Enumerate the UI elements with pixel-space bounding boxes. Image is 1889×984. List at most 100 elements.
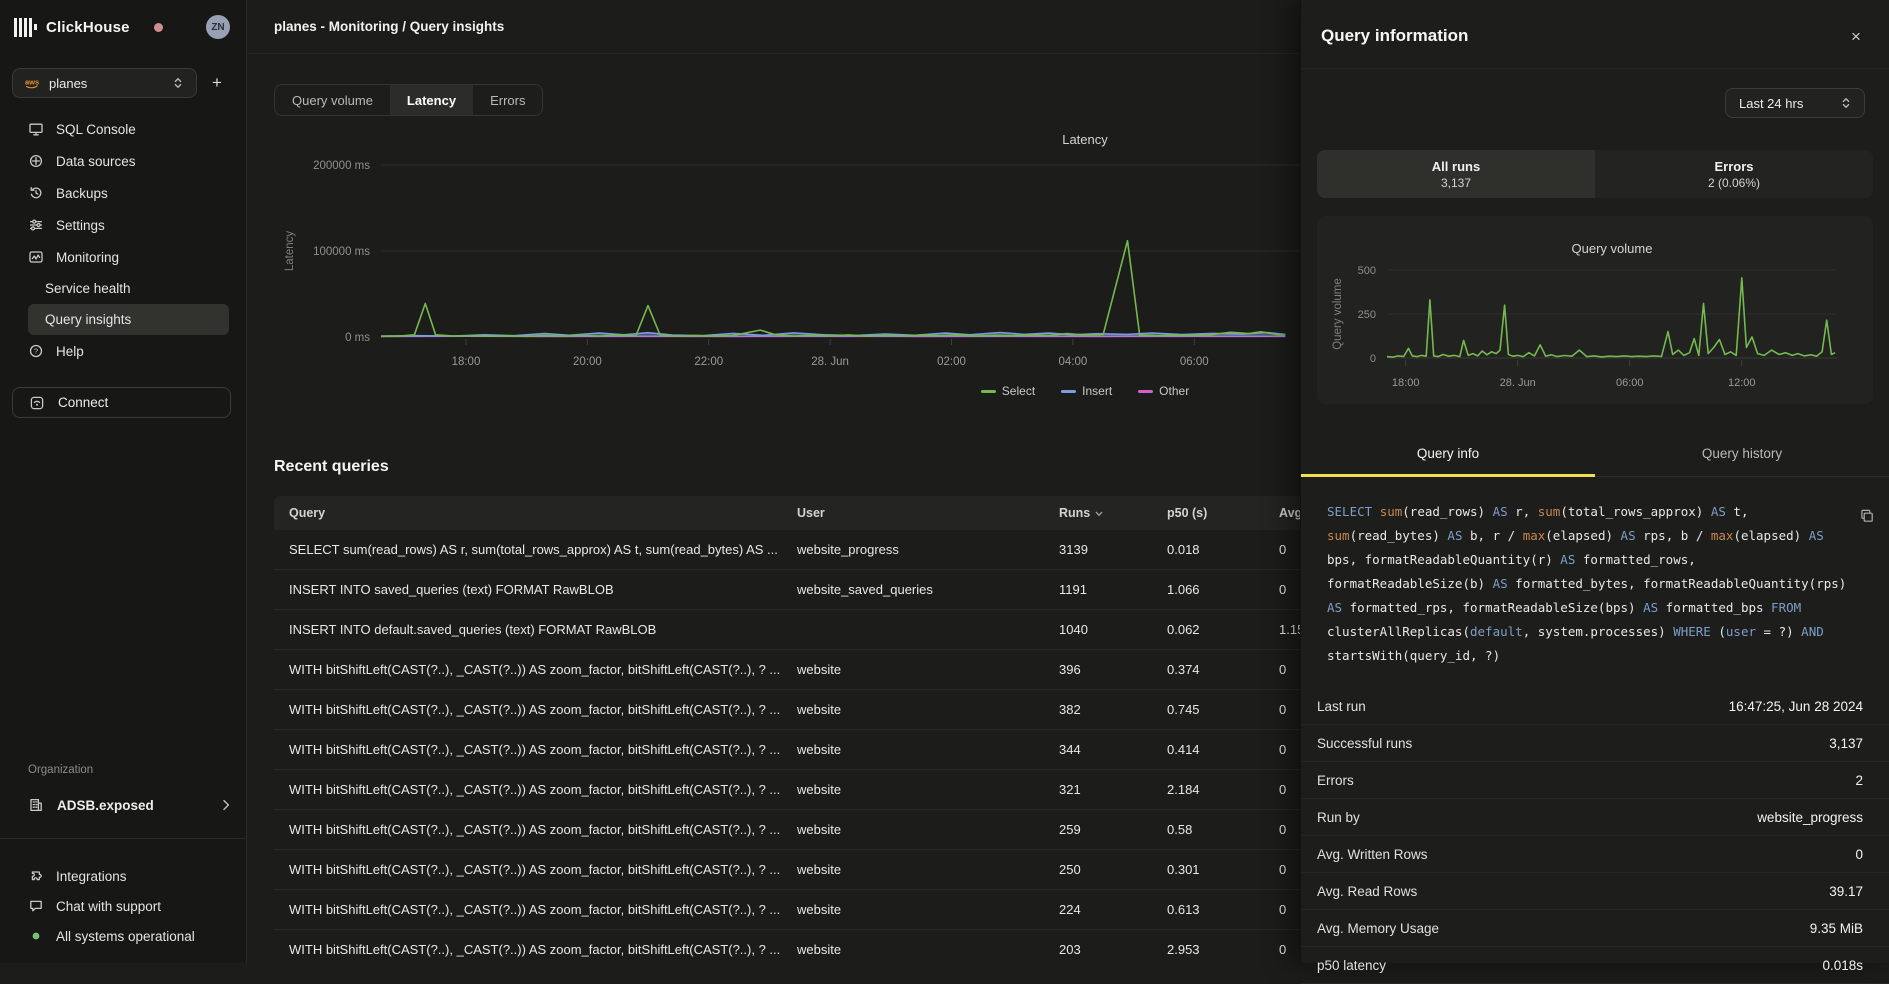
column-header-user[interactable]: User [782,506,1044,520]
tab-latency[interactable]: Latency [390,85,473,115]
svg-text:18:00: 18:00 [452,356,481,368]
help-icon: ? [28,343,44,359]
sidebar-item-all-systems-operational[interactable]: All systems operational [0,921,246,951]
tab-query-volume[interactable]: Query volume [275,85,390,115]
sidebar-item-query-insights[interactable]: Query insights [28,304,229,335]
sidebar-item-monitoring[interactable]: Monitoring [0,241,246,273]
p50-cell: 0.414 [1152,742,1264,757]
avatar[interactable]: ZN [206,15,230,39]
add-service-button[interactable]: + [202,68,232,98]
time-range-select[interactable]: Last 24 hrs [1725,88,1865,118]
chevron-updown-icon [170,75,186,91]
svg-text:200000 ms: 200000 ms [313,160,370,172]
chat-icon [28,898,44,914]
sidebar-item-settings[interactable]: Settings [0,209,246,241]
segtab-errors[interactable]: Errors 2 (0.06%) [1595,150,1873,198]
close-icon[interactable]: × [1845,26,1867,48]
organization-switcher[interactable]: ADSB.exposed [12,790,234,820]
user-cell: website [782,942,1044,957]
copy-icon[interactable] [1859,508,1875,524]
column-header-runs[interactable]: Runs [1044,506,1152,520]
user-cell: website [782,822,1044,837]
p50-cell: 0.062 [1152,622,1264,637]
runs-cell: 1040 [1044,622,1152,637]
user-cell: website [782,662,1044,677]
runs-cell: 1191 [1044,582,1152,597]
p50-cell: 2.953 [1152,942,1264,957]
runs-cell: 224 [1044,902,1152,917]
tab-query-history[interactable]: Query history [1595,432,1889,477]
stat-value: 2 [1855,773,1863,788]
tab-query-info[interactable]: Query info [1301,432,1595,477]
legend-item-select[interactable]: Select [981,384,1035,398]
sidebar-divider [0,838,246,839]
connect-icon [29,395,45,411]
svg-text:12:00: 12:00 [1728,377,1756,389]
service-picker[interactable]: aws planes [12,68,197,98]
sidebar-item-backups[interactable]: Backups [0,177,246,209]
sidebar-item-integrations[interactable]: Integrations [0,861,246,891]
puzzle-icon [28,868,44,884]
sidebar-item-sql-console[interactable]: SQL Console [0,113,246,145]
sql-code-block: SELECT sum(read_rows) AS r, sum(total_ro… [1327,500,1859,668]
sidebar-item-service-health[interactable]: Service health [28,273,229,304]
runs-cell: 321 [1044,782,1152,797]
runs-cell: 259 [1044,822,1152,837]
panel-tabs: Query info Query history [1301,432,1889,477]
svg-text:500: 500 [1358,265,1376,277]
stat-label: Successful runs [1317,736,1412,751]
sidebar: ClickHouse ZN aws planes + SQL Console D… [0,0,247,963]
query-cell: WITH bitShiftLeft(CAST(?..), _CAST(?..))… [274,782,782,797]
stat-row-p50-latency: p50 latency 0.018s [1301,947,1889,984]
query-cell: WITH bitShiftLeft(CAST(?..), _CAST(?..))… [274,702,782,717]
user-cell: website [782,702,1044,717]
column-header-query[interactable]: Query [274,506,782,520]
svg-text:02:00: 02:00 [937,356,966,368]
stat-label: Run by [1317,810,1360,825]
stat-label: Avg. Read Rows [1317,884,1417,899]
app-title: ClickHouse [46,19,130,36]
sidebar-header: ClickHouse ZN [0,0,246,54]
stat-value: 9.35 MiB [1810,921,1863,936]
svg-text:0: 0 [1370,353,1376,365]
stat-value: website_progress [1757,810,1863,825]
query-information-panel: Query information × Last 24 hrs All runs… [1300,0,1889,963]
query-volume-card: 025050018:0028. Jun06:0012:00Query volum… [1317,216,1873,404]
stat-row-avg-memory-usage: Avg. Memory Usage 9.35 MiB [1301,910,1889,947]
column-header-p50-s[interactable]: p50 (s) [1152,506,1264,520]
legend-item-insert[interactable]: Insert [1061,384,1112,398]
svg-text:04:00: 04:00 [1058,356,1087,368]
runs-cell: 396 [1044,662,1152,677]
svg-text:100000 ms: 100000 ms [313,246,370,258]
user-cell: website_saved_queries [782,582,1044,597]
clickhouse-logo-icon [14,18,37,37]
stat-value: 3,137 [1829,736,1863,751]
stat-row-avg-written-rows: Avg. Written Rows 0 [1301,836,1889,873]
user-cell: website_progress [782,542,1044,557]
stat-row-errors: Errors 2 [1301,762,1889,799]
stat-row-run-by: Run by website_progress [1301,799,1889,836]
query-cell: INSERT INTO saved_queries (text) FORMAT … [274,582,782,597]
query-cell: WITH bitShiftLeft(CAST(?..), _CAST(?..))… [274,902,782,917]
stat-row-avg-read-rows: Avg. Read Rows 39.17 [1301,873,1889,910]
query-stats: Last run 16:47:25, Jun 28 2024 Successfu… [1301,688,1889,984]
legend-item-other[interactable]: Other [1138,384,1189,398]
recent-queries-heading: Recent queries [274,458,389,476]
runs-cell: 203 [1044,942,1152,957]
query-cell: WITH bitShiftLeft(CAST(?..), _CAST(?..))… [274,742,782,757]
sidebar-item-chat-with-support[interactable]: Chat with support [0,891,246,921]
sidebar-item-help[interactable]: ? Help [0,335,246,367]
user-cell: website [782,742,1044,757]
svg-text:20:00: 20:00 [573,356,602,368]
svg-text:Latency: Latency [1062,132,1108,147]
sidebar-item-data-sources[interactable]: Data sources [0,145,246,177]
stat-label: p50 latency [1317,958,1386,973]
runs-cell: 250 [1044,862,1152,877]
connect-button[interactable]: Connect [12,387,231,418]
query-cell: WITH bitShiftLeft(CAST(?..), _CAST(?..))… [274,662,782,677]
p50-cell: 2.184 [1152,782,1264,797]
svg-text:Latency: Latency [284,231,296,272]
svg-text:18:00: 18:00 [1392,377,1420,389]
segtab-all-runs[interactable]: All runs 3,137 [1317,150,1595,198]
tab-errors[interactable]: Errors [473,85,542,115]
